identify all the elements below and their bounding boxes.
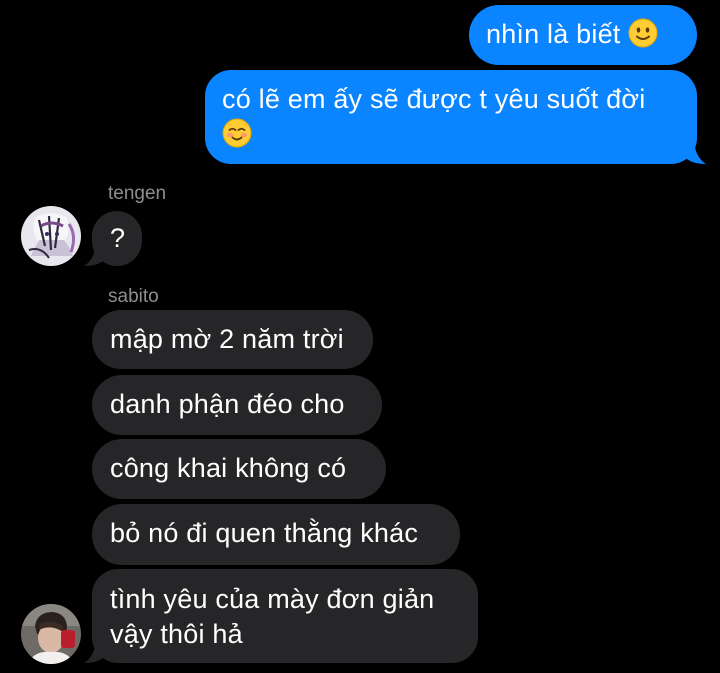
message-text: nhìn là biết: [486, 19, 621, 49]
sent-bubble-tail: [684, 142, 706, 164]
message-text: có lẽ em ấy sẽ được t yêu suốt đời: [222, 84, 646, 114]
received-message-bubble[interactable]: tình yêu của mày đơn giản vậy thôi hả: [92, 569, 478, 663]
message-text: danh phận đéo cho: [110, 389, 345, 419]
sent-message-bubble[interactable]: nhìn là biết: [469, 5, 697, 65]
message-text-line: tình yêu của mày đơn giản: [110, 584, 435, 614]
sent-message-bubble[interactable]: có lẽ em ấy sẽ được t yêu suốt đời: [205, 70, 697, 164]
slightly-smiling-face-emoji: [628, 18, 658, 48]
anime-character-avatar[interactable]: [21, 206, 81, 266]
received-message-bubble[interactable]: công khai không có: [92, 439, 386, 499]
sender-name: tengen: [108, 183, 167, 204]
received-bubble-tail: [84, 641, 106, 663]
smiling-blushing-face-emoji: [222, 118, 252, 148]
message-text: ?: [110, 223, 126, 253]
sender-name: sabito: [108, 286, 159, 307]
received-bubble-tail: [84, 244, 106, 266]
received-message-bubble[interactable]: mập mờ 2 năm trời: [92, 310, 373, 369]
message-text: bỏ nó đi quen thằng khác: [110, 518, 419, 548]
message-text: mập mờ 2 năm trời: [110, 324, 344, 354]
message-text-line: vậy thôi hả: [110, 619, 243, 649]
received-message-bubble[interactable]: bỏ nó đi quen thằng khác: [92, 504, 460, 565]
person-photo-avatar[interactable]: [21, 604, 81, 664]
message-text: công khai không có: [110, 453, 347, 483]
received-message-bubble[interactable]: danh phận đéo cho: [92, 375, 382, 435]
